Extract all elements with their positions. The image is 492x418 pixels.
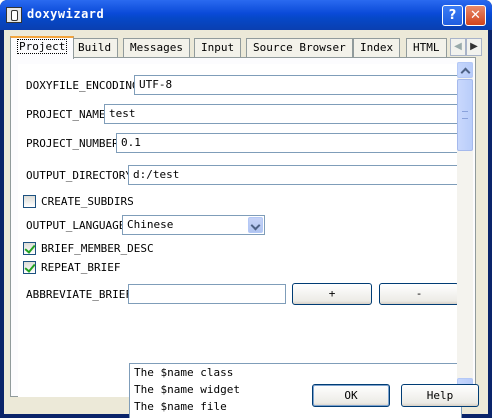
brief-member-desc-checkbox[interactable] <box>23 242 36 255</box>
title-bar[interactable]: doxywizard ? ✕ <box>0 0 492 30</box>
create-subdirs-checkbox[interactable] <box>23 195 36 208</box>
project-name-field[interactable]: test <box>104 104 458 124</box>
project-name-label: PROJECT_NAME <box>26 108 106 121</box>
doxyfile-encoding-field[interactable]: UTF-8 <box>134 75 458 95</box>
output-language-label: OUTPUT_LANGUAGE <box>26 219 126 232</box>
dialog-client-area: Project Build Messages Input Source Brow… <box>4 30 488 418</box>
repeat-brief-label: REPEAT_BRIEF <box>41 261 121 274</box>
panel-scrollbar[interactable] <box>457 62 473 394</box>
abbreviate-brief-label: ABBREVIATE_BRIEF <box>26 288 132 301</box>
chevron-down-icon[interactable] <box>248 217 263 233</box>
tab-scroll-right-icon[interactable]: ▶ <box>466 38 482 56</box>
repeat-brief-checkbox[interactable] <box>23 261 36 274</box>
tab-input[interactable]: Input <box>194 38 242 58</box>
create-subdirs-label: CREATE_SUBDIRS <box>41 195 134 208</box>
tab-build[interactable]: Build <box>71 38 119 58</box>
tab-html[interactable]: HTML <box>406 38 447 58</box>
help-button[interactable]: Help <box>401 384 479 407</box>
doxywizard-window: doxywizard ? ✕ Project Build Messages In… <box>0 0 492 418</box>
list-item[interactable]: The $name class <box>130 364 461 381</box>
output-directory-field[interactable]: d:/test <box>128 165 458 185</box>
tab-source-browser[interactable]: Source Browser <box>246 38 353 58</box>
tab-messages[interactable]: Messages <box>123 38 190 58</box>
output-language-value: Chinese <box>127 218 174 231</box>
scroll-up-icon[interactable] <box>457 62 473 78</box>
remove-button[interactable]: - <box>379 283 458 305</box>
ok-button[interactable]: OK <box>312 384 390 407</box>
project-number-label: PROJECT_NUMBER <box>26 137 119 150</box>
brief-member-desc-label: BRIEF_MEMBER_DESC <box>41 242 154 255</box>
doxyfile-encoding-label: DOXYFILE_ENCODING <box>26 79 139 92</box>
abbreviate-brief-field[interactable] <box>128 284 286 304</box>
tab-project[interactable]: Project <box>10 36 75 59</box>
help-title-button[interactable]: ? <box>442 5 463 26</box>
window-title: doxywizard <box>27 7 105 21</box>
output-directory-label: OUTPUT_DIRECTORY <box>26 169 132 182</box>
output-language-select[interactable]: Chinese <box>122 215 265 235</box>
tab-index[interactable]: Index <box>353 38 401 58</box>
project-number-field[interactable]: 0.1 <box>116 133 458 153</box>
add-button[interactable]: + <box>292 283 372 305</box>
project-tab-panel: DOXYFILE_ENCODING UTF-8 PROJECT_NAME tes… <box>10 57 476 418</box>
close-button[interactable]: ✕ <box>465 5 486 26</box>
scroll-thumb[interactable] <box>457 79 473 151</box>
app-icon <box>6 7 22 23</box>
settings-content: DOXYFILE_ENCODING UTF-8 PROJECT_NAME tes… <box>18 64 458 397</box>
tab-scroll-left-icon[interactable]: ◀ <box>450 38 466 56</box>
tab-bar: Project Build Messages Input Source Brow… <box>10 36 484 59</box>
